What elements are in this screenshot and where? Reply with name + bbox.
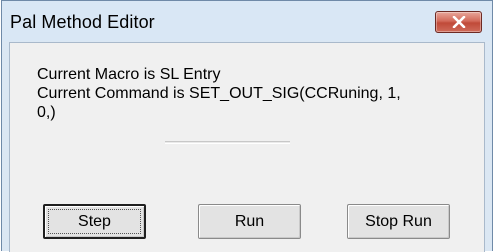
close-button[interactable] <box>435 11 482 33</box>
stop-run-button[interactable]: Stop Run <box>347 204 450 239</box>
title-bar[interactable]: Pal Method Editor <box>2 1 492 41</box>
focus-rectangle <box>48 209 141 234</box>
stop-run-button-label: Stop Run <box>365 212 432 230</box>
window-title: Pal Method Editor <box>10 12 155 32</box>
current-command-text: Current Command is SET_OUT_SIG(CCRuning,… <box>37 85 401 102</box>
dialog-client-area: Current Macro is SL Entry Current Comman… <box>9 42 485 252</box>
step-button[interactable]: Step <box>43 204 146 239</box>
run-button-label: Run <box>234 212 265 230</box>
progress-bar <box>165 141 290 144</box>
run-button[interactable]: Run <box>198 204 301 239</box>
current-macro-text: Current Macro is SL Entry <box>37 66 221 83</box>
pal-method-editor-window: Pal Method Editor Current Macro is SL En… <box>1 0 493 252</box>
close-icon <box>452 16 466 28</box>
current-command-text-continued: 0,) <box>37 104 56 121</box>
